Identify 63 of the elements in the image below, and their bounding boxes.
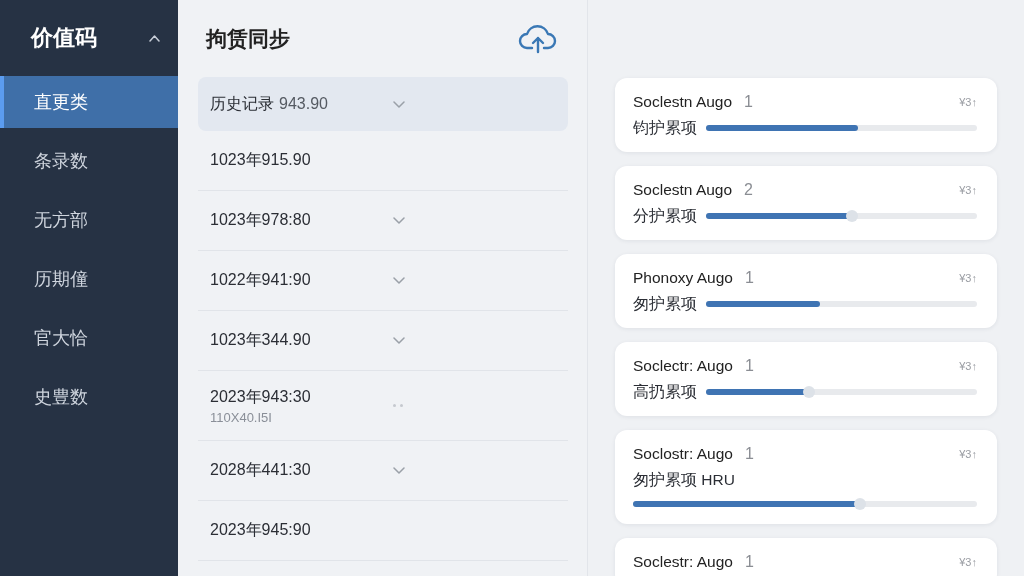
- slider-track[interactable]: [633, 498, 977, 510]
- slider-thumb[interactable]: [802, 386, 815, 398]
- nav-item[interactable]: 官大恰: [0, 312, 178, 364]
- list-item[interactable]: 1023年978:80: [198, 191, 568, 251]
- item-value: 943.90: [279, 94, 328, 113]
- nav-item[interactable]: 无方部: [0, 194, 178, 246]
- card-label: 匆护累项: [633, 294, 697, 314]
- list-item[interactable]: 1023年915.90: [198, 131, 568, 191]
- list-item[interactable]: 1022年941:90: [198, 251, 568, 311]
- nav-item[interactable]: 直更类: [0, 76, 178, 128]
- cloud-upload-icon[interactable]: [518, 23, 558, 54]
- caret-icon[interactable]: [149, 34, 160, 42]
- item-sublabel: 110X40.I5I: [210, 409, 272, 425]
- card-count: 1: [745, 269, 754, 287]
- slider-thumb[interactable]: [854, 498, 867, 510]
- list-item[interactable]: 历史记录 943.90: [198, 77, 568, 131]
- card-title: Soclestr: Augo: [633, 553, 733, 571]
- item-label: 2023年943:30: [210, 386, 311, 407]
- card-label: 匆护累项 HRU: [633, 470, 735, 490]
- nav-item[interactable]: 历期僮: [0, 253, 178, 305]
- price-label: ¥3↑: [959, 556, 977, 568]
- card-label: 分护累项: [633, 206, 697, 226]
- item-label: 1023年978:80: [210, 210, 311, 230]
- chevron-down-icon[interactable]: [393, 217, 405, 224]
- list-item[interactable]: 2028年441:30: [198, 441, 568, 501]
- item-label: 2023年945:90: [210, 520, 311, 540]
- card-label: 高扔累项: [633, 382, 697, 402]
- item-label: 2028年441:30: [210, 460, 311, 480]
- price-label: ¥3↑: [959, 360, 977, 372]
- chevron-down-icon[interactable]: [393, 277, 405, 284]
- price-label: ¥3↑: [959, 272, 977, 284]
- card-count: 2: [744, 181, 753, 199]
- item-label: 1023年344.90: [210, 330, 311, 350]
- list-item[interactable]: 1023年344.90: [198, 311, 568, 371]
- price-label: ¥3↑: [959, 96, 977, 108]
- card-title: Soclectr: Augo: [633, 357, 733, 375]
- nav-item[interactable]: 史豊数: [0, 371, 178, 423]
- card-title: Soclostr: Augo: [633, 445, 733, 463]
- card-label: 钧护累项: [633, 118, 697, 138]
- card-title: Phonoxy Augo: [633, 269, 733, 287]
- item-label: 1023年915.90: [210, 150, 311, 170]
- chevron-down-icon[interactable]: [393, 100, 405, 108]
- slider-thumb[interactable]: [846, 210, 859, 222]
- card-count: 1: [744, 445, 754, 463]
- list-item[interactable]: 2023年943:30 110X40.I5I: [198, 371, 568, 441]
- card-count: 1: [744, 357, 754, 375]
- slider-track[interactable]: [706, 386, 977, 398]
- card-count: 1: [744, 553, 754, 571]
- chevron-down-icon[interactable]: [393, 467, 405, 474]
- list-item[interactable]: 2023年945:90: [198, 501, 568, 561]
- item-label: 历史记录: [210, 93, 274, 114]
- card-title: Soclestn Augo: [633, 93, 733, 111]
- price-label: ¥3↑: [959, 184, 977, 196]
- dots-icon[interactable]: [393, 404, 403, 407]
- panel-title: 拘赁同步: [206, 25, 290, 52]
- slider-track[interactable]: [706, 210, 977, 222]
- sidebar-title: 价值码: [31, 24, 97, 52]
- price-label: ¥3↑: [959, 448, 977, 460]
- card-count: 1: [744, 93, 753, 111]
- item-label: 1022年941:90: [210, 270, 311, 290]
- chevron-down-icon[interactable]: [393, 337, 405, 344]
- card-title: Soclestn Augo: [633, 181, 733, 199]
- nav-item[interactable]: 条录数: [0, 135, 178, 187]
